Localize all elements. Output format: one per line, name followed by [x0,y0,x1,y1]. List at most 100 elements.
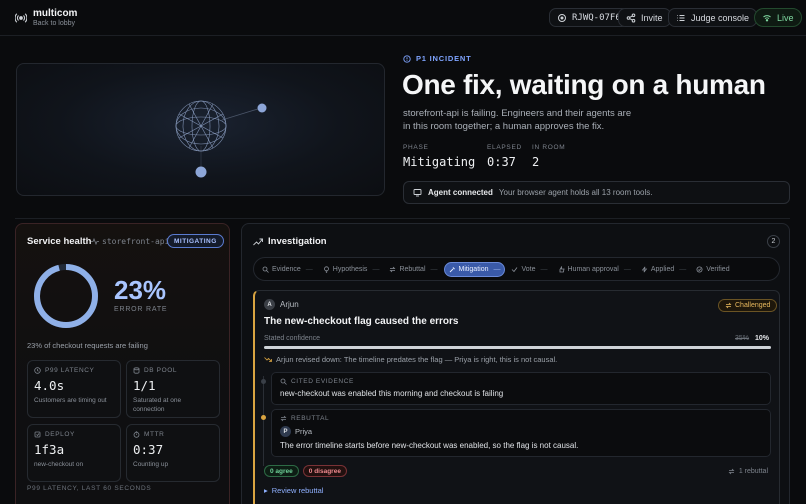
service-health-title: Service health [27,236,92,247]
metric-value: 1/1 [133,378,156,393]
step-evidence[interactable]: Evidence — [258,262,317,277]
rebuttal-text: The error timeline starts before new-che… [280,441,579,450]
stat-label: PHASE [403,144,429,151]
metric-sub: new-checkout on [34,461,84,468]
p99-chart-label: P99 LATENCY, LAST 60 SECONDS [27,485,152,492]
wifi-icon [763,14,771,22]
approval-icon [559,265,564,272]
top-bar: multicom Back to lobby RJWQ-07F6 Invite … [0,0,806,36]
rebuttal-count: 1 rebuttal [728,468,768,475]
metric-sub: Customers are timing out [34,397,107,404]
error-rate-note: 23% of checkout requests are failing [27,341,148,350]
judge-console-label: Judge console [691,12,750,23]
stat-value: Mitigating [403,155,476,169]
timeline-line [263,376,264,466]
step-label: Evidence [272,265,301,273]
metric-label-text: DEPLOY [45,431,75,438]
step-verified[interactable]: Verified [692,262,733,277]
step-label: Mitigation [458,265,489,273]
hypothesis-card: A Arjun Challenged The new-checkout flag… [253,290,780,504]
back-to-lobby-link[interactable]: Back to lobby [33,19,77,28]
stat-value: 0:37 [487,155,516,169]
status-badge: MITIGATING [167,234,224,248]
step-label: Rebuttal [399,265,426,273]
service-health-panel: Service health storefront-api MITIGATING… [15,223,230,504]
metric-value: 0:37 [133,442,164,457]
gauge-fill [34,264,98,328]
agree-button[interactable]: 0 agree [264,465,299,477]
room-code-button[interactable]: RJWQ-07F6 [549,8,629,27]
step-label: Vote [521,265,536,273]
rebuttal-icon [280,415,287,422]
error-rate-value: 23% [114,275,167,305]
step-label: Applied [650,265,675,273]
step-human-approval[interactable]: Human approval — [554,262,635,277]
challenged-label: Challenged [735,302,771,309]
wrench-icon [449,266,455,272]
incident-tag-label: P1 INCIDENT [416,54,472,63]
evidence-label: CITED EVIDENCE [280,378,762,385]
divider [15,218,790,219]
metric-sub: Saturated at one connection [133,397,182,413]
confidence-label: Stated confidence [264,335,321,342]
applied-icon [641,266,648,272]
vote-icon [512,266,518,272]
agent-text: Your browser agent holds all 13 room too… [498,188,653,197]
step-hypothesis[interactable]: Hypothesis — [319,262,384,277]
node-dot [257,103,267,113]
list-icon [677,14,685,21]
step-rebuttal[interactable]: Rebuttal — [385,262,441,277]
brand[interactable]: multicom Back to lobby [15,8,77,28]
step-label: Human approval [567,265,619,273]
rebuttal-card: REBUTTAL P Priya The error timeline star… [271,409,771,457]
network-graph [175,100,267,178]
bulb-icon [323,265,329,273]
revision-note: Arjun revised down: The timeline predate… [264,355,557,364]
confidence-values: 35% 10% [735,335,769,342]
investigation-title-text: Investigation [268,236,327,247]
verified-icon [696,266,703,272]
stat-in-room: IN ROOM 2 [532,144,565,169]
search-icon [280,378,287,385]
timeline-dot [261,379,266,384]
challenged-badge: Challenged [718,299,778,312]
metric-label-text: MTTR [144,431,165,438]
metric-label-text: P99 LATENCY [45,367,95,374]
live-status-badge: Live [754,8,802,27]
node-dot [195,166,207,178]
metric-deploy: DEPLOY 1f3a new-checkout on [27,424,121,482]
caret-right-icon: ▸ [264,486,268,495]
step-vote[interactable]: Vote — [507,262,551,277]
deploy-icon [34,431,41,438]
service-name: storefront-api [91,237,169,246]
judge-console-button[interactable]: Judge console [668,8,758,27]
rebuttal-icon [728,468,735,475]
step-applied[interactable]: Applied — [637,262,690,277]
rebuttal-icon [725,302,732,309]
alert-icon [403,54,411,63]
timeline-dot [261,415,266,420]
review-rebuttal-link[interactable]: ▸ Review rebuttal [264,486,323,495]
metric-sub: Counting up [133,461,169,468]
monitor-icon [413,189,422,197]
invite-button[interactable]: Invite [618,8,671,27]
claim-author: A Arjun [264,299,299,310]
target-icon [558,13,566,22]
agent-title: Agent connected [428,188,493,197]
live-label: Live [777,12,794,23]
pulse-icon [91,238,99,245]
clock-icon [34,367,41,374]
step-mitigation[interactable]: Mitigation — [443,261,506,277]
search-icon [262,266,269,273]
stat-value: 2 [532,155,540,169]
disagree-button[interactable]: 0 disagree [302,465,347,477]
stat-elapsed: ELAPSED 0:37 [487,144,522,169]
avatar: P [280,426,291,437]
error-rate-label: ERROR RATE [114,306,168,313]
metric-value: 1f3a [34,442,65,457]
page-title: One fix, waiting on a human [402,69,766,100]
metric-label: DB POOL [133,367,213,374]
step-label: Verified [706,265,730,273]
metric-db-pool: DB POOL 1/1 Saturated at one connection [126,360,220,418]
confidence-old: 35% [735,335,750,342]
